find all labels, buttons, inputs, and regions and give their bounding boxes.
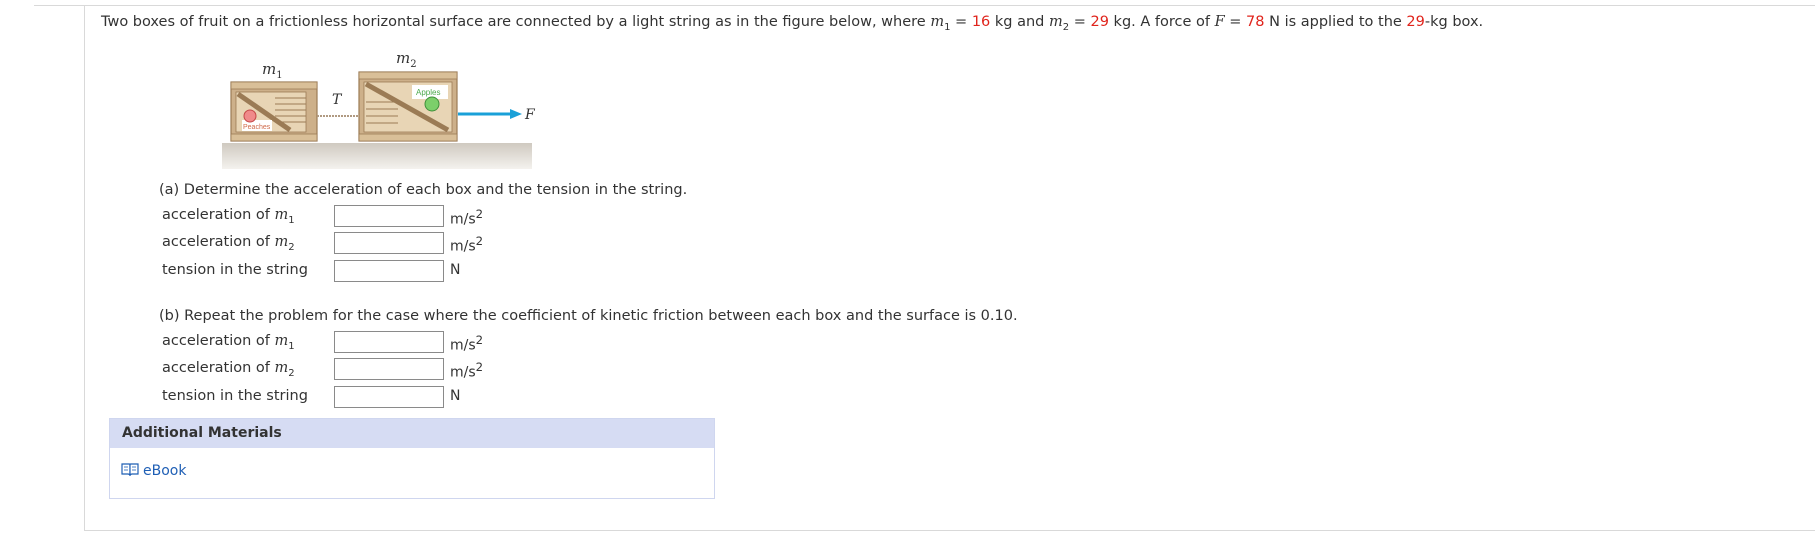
apples-box: Apples — [358, 71, 458, 142]
additional-materials-header: Additional Materials — [110, 419, 714, 448]
book-icon — [121, 462, 143, 480]
tension-label: T — [332, 92, 343, 108]
boxes-figure: m1 m2 Peaches T Apples F — [222, 52, 536, 169]
svg-text:Peaches: Peaches — [243, 124, 271, 131]
problem-statement: Two boxes of fruit on a frictionless hor… — [101, 14, 1484, 33]
part-b-tension-input[interactable] — [334, 386, 444, 408]
additional-materials-box: Additional Materials eBook — [109, 418, 715, 499]
part-a-tension-input[interactable] — [334, 260, 444, 282]
part-b-title: (b) Repeat the problem for the case wher… — [159, 308, 1018, 324]
force-value: 78 — [1246, 14, 1265, 30]
part-b-acc-m1-input[interactable] — [334, 331, 444, 353]
force-label: F — [524, 107, 536, 123]
m1-value: 16 — [971, 14, 991, 30]
part-b-acc-m2-input[interactable] — [334, 358, 444, 380]
peaches-box: Peaches — [230, 81, 318, 142]
ebook-link[interactable]: eBook — [121, 462, 186, 480]
part-a-acc-m1-input[interactable] — [334, 205, 444, 227]
svg-text:Apples: Apples — [416, 88, 440, 97]
m2-value: 29 — [1090, 14, 1109, 30]
part-a-title: (a) Determine the acceleration of each b… — [159, 182, 688, 198]
force-arrowhead — [510, 109, 522, 119]
part-a-acc-m2-input[interactable] — [334, 232, 444, 254]
box-mass-value: 29 — [1406, 14, 1425, 30]
m2-figure-label: m2 — [396, 52, 417, 70]
m1-figure-label: m1 — [262, 60, 283, 81]
ebook-label: eBook — [143, 463, 187, 479]
floor-surface — [222, 143, 532, 169]
